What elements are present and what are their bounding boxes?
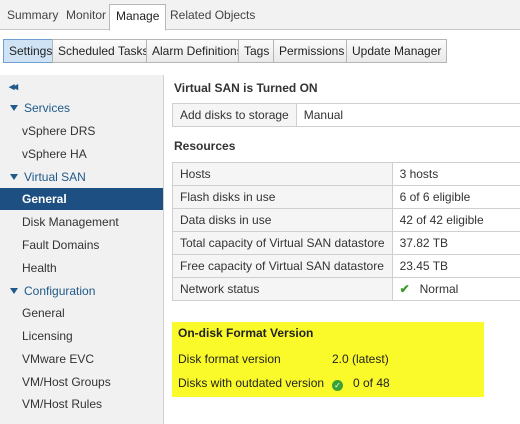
sub-tab-bar: Settings Scheduled Tasks Alarm Definitio… <box>0 31 520 69</box>
ok-check-icon: ✓ <box>332 380 343 391</box>
add-disks-value: Manual <box>295 103 520 127</box>
outdated-disks-value-wrap: ✓ 0 of 48 <box>332 372 390 394</box>
sidebar-item-vm-host-rules[interactable]: VM/Host Rules <box>0 393 163 415</box>
table-row: Network status ✔ Normal <box>172 277 520 301</box>
table-row: Data disks in use 42 of 42 eligible <box>172 208 520 232</box>
checkmark-icon: ✔ <box>399 282 410 296</box>
add-disks-table: Add disks to storage Manual <box>172 103 520 127</box>
vsan-status-title: Virtual SAN is Turned ON <box>174 81 318 95</box>
subtab-scheduled-tasks[interactable]: Scheduled Tasks <box>52 39 155 63</box>
resources-table: Hosts 3 hosts Flash disks in use 6 of 6 … <box>172 162 520 301</box>
resource-value: 3 hosts <box>391 162 520 186</box>
resource-label: Network status <box>172 277 393 301</box>
sidebar-item-disk-management[interactable]: Disk Management <box>0 211 163 233</box>
sidebar-item-vmware-evc[interactable]: VMware EVC <box>0 348 163 370</box>
table-row: Add disks to storage Manual <box>172 103 520 127</box>
subtab-permissions[interactable]: Permissions <box>273 39 351 63</box>
sidebar-item-health[interactable]: Health <box>0 257 163 279</box>
disk-format-value: 2.0 (latest) <box>332 352 389 366</box>
subtab-settings[interactable]: Settings <box>3 39 59 63</box>
table-row: Free capacity of Virtual SAN datastore 2… <box>172 254 520 278</box>
ondisk-format-title: On-disk Format Version <box>178 326 314 340</box>
resource-label: Flash disks in use <box>172 185 393 209</box>
resource-label: Hosts <box>172 162 393 186</box>
subtab-tags[interactable]: Tags <box>238 39 276 63</box>
sidebar-group-label: Configuration <box>24 284 96 298</box>
sidebar-item-vsphere-drs[interactable]: vSphere DRS <box>0 120 163 142</box>
sidebar-group-virtual-san[interactable]: Virtual SAN <box>0 166 163 188</box>
network-status-text: Normal <box>419 282 459 296</box>
sidebar-item-vsan-general[interactable]: General <box>0 188 163 210</box>
outdated-disks-value: 0 of 48 <box>353 376 390 390</box>
settings-sidebar: ◂◂ Services vSphere DRS vSphere HA Virtu… <box>0 75 163 424</box>
ondisk-format-section: On-disk Format Version Disk format versi… <box>172 322 484 397</box>
collapse-icon[interactable]: ◂◂ <box>9 80 18 93</box>
outdated-disks-label: Disks with outdated version <box>178 376 325 390</box>
table-row: Hosts 3 hosts <box>172 162 520 186</box>
resources-title: Resources <box>174 139 236 153</box>
expand-triangle-icon <box>10 288 18 295</box>
resource-label: Data disks in use <box>172 208 393 232</box>
sidebar-item-vm-host-groups[interactable]: VM/Host Groups <box>0 371 163 393</box>
table-row: Flash disks in use 6 of 6 eligible <box>172 185 520 209</box>
network-status-value: ✔ Normal <box>391 277 520 301</box>
disk-format-row: Disk format version 2.0 (latest) <box>178 348 478 370</box>
table-row: Total capacity of Virtual SAN datastore … <box>172 231 520 255</box>
resource-value: 37.82 TB <box>391 231 520 255</box>
sidebar-item-config-general[interactable]: General <box>0 302 163 324</box>
resource-value: 23.45 TB <box>391 254 520 278</box>
expand-triangle-icon <box>10 105 18 112</box>
tab-related-objects[interactable]: Related Objects <box>164 5 261 30</box>
resource-value: 6 of 6 eligible <box>391 185 520 209</box>
sidebar-item-fault-domains[interactable]: Fault Domains <box>0 234 163 256</box>
subtab-update-manager[interactable]: Update Manager <box>346 39 448 63</box>
tab-monitor[interactable]: Monitor <box>60 5 112 30</box>
resource-label: Total capacity of Virtual SAN datastore <box>172 231 393 255</box>
outdated-disks-row: Disks with outdated version ✓ 0 of 48 <box>178 372 478 394</box>
sidebar-item-licensing[interactable]: Licensing <box>0 325 163 347</box>
expand-triangle-icon <box>10 174 18 181</box>
tab-manage[interactable]: Manage <box>109 4 167 31</box>
sidebar-group-configuration[interactable]: Configuration <box>0 280 163 302</box>
sidebar-group-label: Virtual SAN <box>24 170 86 184</box>
top-tab-bar: Summary Monitor Manage Related Objects <box>0 0 520 31</box>
sidebar-group-services[interactable]: Services <box>0 97 163 119</box>
add-disks-label: Add disks to storage <box>172 103 297 127</box>
sidebar-item-vsphere-ha[interactable]: vSphere HA <box>0 143 163 165</box>
disk-format-label: Disk format version <box>178 352 281 366</box>
resource-value: 42 of 42 eligible <box>391 208 520 232</box>
resource-label: Free capacity of Virtual SAN datastore <box>172 254 393 278</box>
sidebar-group-label: Services <box>24 101 71 115</box>
subtab-alarm-definitions[interactable]: Alarm Definitions <box>146 39 249 63</box>
tab-summary[interactable]: Summary <box>1 5 64 30</box>
